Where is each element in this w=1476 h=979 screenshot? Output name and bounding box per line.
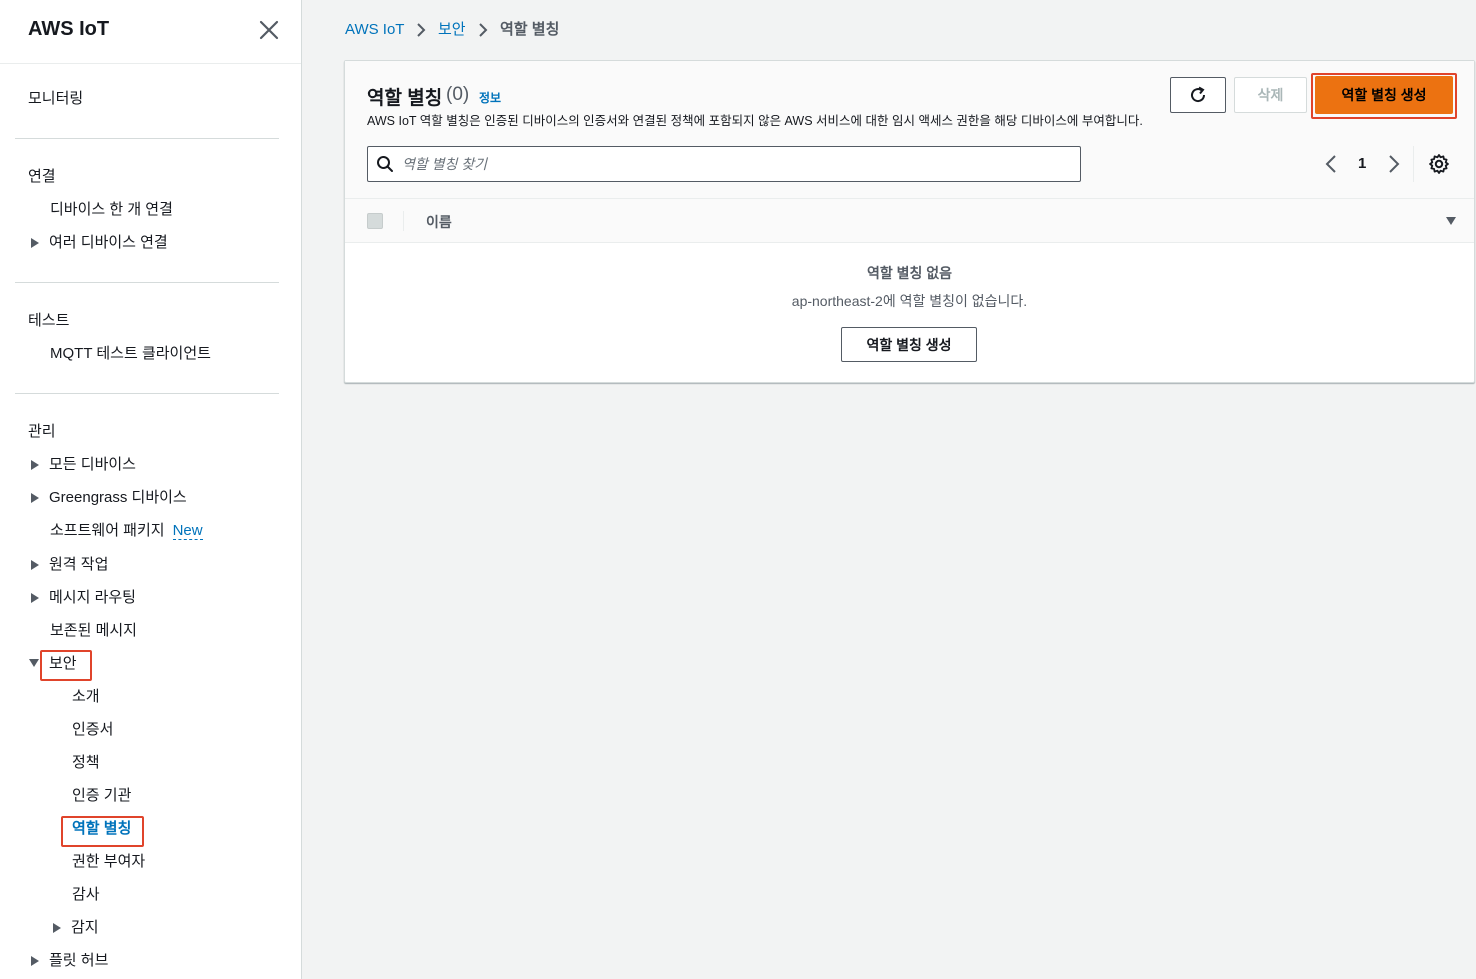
sidebar-divider: [15, 393, 279, 394]
sidebar-item-mqtt-client[interactable]: MQTT 테스트 클라이언트: [50, 344, 211, 364]
page-description: AWS IoT 역할 별칭은 인증된 디바이스의 인증서와 연결된 정책에 포함…: [367, 114, 1143, 128]
chevron-right-icon[interactable]: [1388, 154, 1400, 174]
new-badge: New: [172, 522, 203, 540]
caret-right-icon[interactable]: [31, 560, 39, 570]
sidebar-item-all-devices[interactable]: 모든 디바이스: [49, 455, 136, 475]
caret-right-icon[interactable]: [31, 238, 39, 248]
item-count: (0): [446, 84, 470, 105]
sidebar-title: AWS IoT: [28, 18, 110, 40]
info-link[interactable]: 정보: [479, 89, 501, 106]
caret-right-icon[interactable]: [31, 593, 39, 603]
empty-create-button[interactable]: 역할 별칭 생성: [841, 327, 977, 362]
sidebar-item-policies[interactable]: 정책: [72, 753, 100, 773]
delete-button[interactable]: 삭제: [1234, 77, 1307, 113]
sidebar-section-test: 테스트: [28, 312, 70, 329]
page-number[interactable]: 1: [1358, 155, 1366, 172]
sidebar-item-security[interactable]: 보안: [49, 654, 77, 674]
sidebar-item-ca[interactable]: 인증 기관: [72, 786, 131, 806]
chevron-left-icon[interactable]: [1325, 154, 1337, 174]
refresh-icon: [1191, 86, 1206, 103]
sidebar-item-greengrass[interactable]: Greengrass 디바이스: [49, 488, 187, 508]
sidebar-item-message-routing[interactable]: 메시지 라우팅: [49, 588, 136, 608]
sidebar-item-retained-messages[interactable]: 보존된 메시지: [50, 621, 137, 641]
refresh-button[interactable]: [1170, 77, 1226, 113]
create-role-alias-button[interactable]: 역할 별칭 생성: [1315, 76, 1453, 114]
select-all-checkbox[interactable]: [367, 213, 383, 229]
column-separator: [403, 211, 404, 231]
sidebar-section-manage: 관리: [28, 423, 56, 440]
sidebar-item-software-packages[interactable]: 소프트웨어 패키지 New: [50, 521, 203, 541]
panel-header: 역할 별칭 (0) 정보 AWS IoT 역할 별칭은 인증된 디바이스의 인증…: [345, 61, 1474, 199]
column-header-name[interactable]: 이름: [426, 212, 452, 232]
caret-right-icon[interactable]: [53, 923, 61, 933]
sidebar-item-connect-many[interactable]: 여러 디바이스 연결: [49, 233, 168, 253]
caret-right-icon[interactable]: [31, 493, 39, 503]
sidebar-section-connect: 연결: [28, 168, 56, 185]
caret-right-icon[interactable]: [31, 956, 39, 966]
empty-state-title: 역할 별칭 없음: [866, 265, 953, 281]
sidebar-item-authorizers[interactable]: 권한 부여자: [72, 852, 145, 872]
sidebar-divider: [15, 138, 279, 139]
search-input[interactable]: [402, 152, 1062, 176]
role-aliases-panel: 역할 별칭 (0) 정보 AWS IoT 역할 별칭은 인증된 디바이스의 인증…: [344, 60, 1475, 383]
sidebar-item-audit[interactable]: 감사: [72, 885, 100, 905]
close-icon[interactable]: [258, 19, 280, 41]
chevron-right-icon: [479, 23, 488, 37]
sidebar-item-connect-one[interactable]: 디바이스 한 개 연결: [50, 200, 173, 220]
sidebar-item-label: 소프트웨어 패키지: [50, 522, 165, 539]
sidebar-item-remote-jobs[interactable]: 원격 작업: [49, 555, 108, 575]
gear-icon[interactable]: [1428, 153, 1450, 175]
sort-down-icon[interactable]: [1446, 217, 1456, 225]
page-title: 역할 별칭: [367, 88, 443, 109]
sidebar-header: AWS IoT: [0, 0, 301, 64]
search-icon: [377, 156, 393, 172]
sidebar-divider: [15, 282, 279, 283]
breadcrumb-item-aws-iot[interactable]: AWS IoT: [345, 20, 404, 40]
sidebar-item-detect[interactable]: 감지: [71, 918, 99, 938]
sidebar-item-role-aliases[interactable]: 역할 별칭: [72, 819, 131, 839]
sidebar-item-intro[interactable]: 소개: [72, 687, 100, 707]
caret-down-icon[interactable]: [29, 659, 39, 667]
sidebar-item-fleet-hub[interactable]: 플릿 허브: [49, 951, 108, 971]
sidebar-item-certificates[interactable]: 인증서: [72, 720, 113, 740]
caret-right-icon[interactable]: [31, 460, 39, 470]
search-box: [367, 146, 1081, 182]
empty-state-description: ap-northeast-2에 역할 별칭이 없습니다.: [791, 293, 1028, 309]
sidebar-item-monitor[interactable]: 모니터링: [28, 89, 83, 109]
breadcrumb-item-security[interactable]: 보안: [438, 20, 466, 40]
sidebar: AWS IoT 모니터링 연결 디바이스 한 개 연결 여러 디바이스 연결 테…: [0, 0, 302, 979]
chevron-right-icon: [417, 23, 426, 37]
table-header: 이름: [345, 199, 1474, 243]
pagination-divider: [1413, 146, 1414, 182]
breadcrumb-item-current: 역할 별칭: [500, 21, 560, 38]
